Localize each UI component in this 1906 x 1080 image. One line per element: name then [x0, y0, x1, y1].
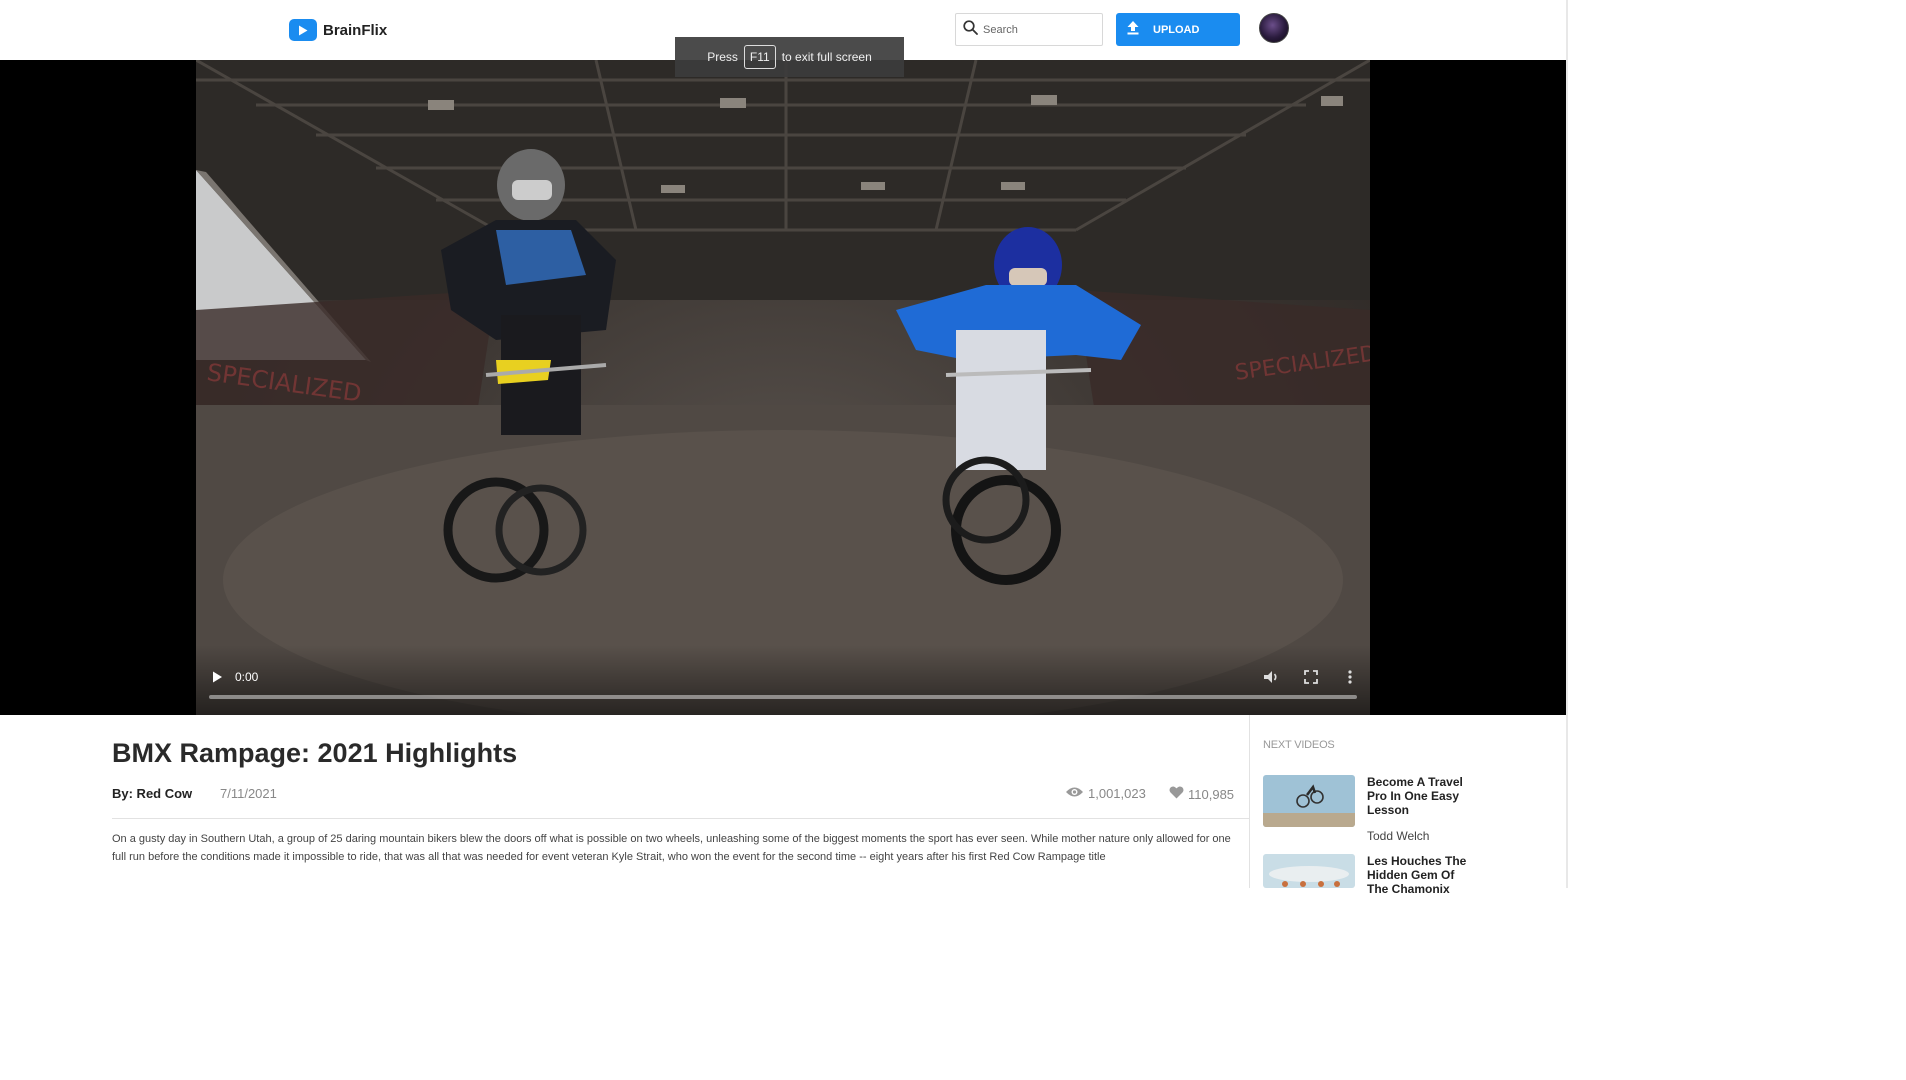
- next-videos-heading: NEXT VIDEOS: [1263, 739, 1335, 751]
- toast-suffix: to exit full screen: [781, 50, 872, 64]
- play-icon[interactable]: [210, 670, 224, 684]
- brand-logo[interactable]: BrainFlix: [289, 19, 387, 41]
- fullscreen-exit-toast: Press F11 to exit full screen: [675, 37, 904, 77]
- page-scrollbar[interactable]: [1566, 0, 1568, 888]
- video-player[interactable]: SPECIALIZED SPECIALIZED 0:00: [196, 60, 1370, 715]
- toast-prefix: Press: [707, 50, 738, 64]
- details-divider: [112, 818, 1249, 819]
- upload-icon: [1127, 21, 1139, 38]
- next-video-author: Todd Welch: [1367, 829, 1430, 843]
- upload-label: UPLOAD: [1153, 23, 1200, 36]
- heart-icon[interactable]: [1169, 786, 1184, 802]
- video-controls: 0:00: [196, 645, 1370, 715]
- video-title: BMX Rampage: 2021 Highlights: [112, 738, 518, 768]
- views-stat: 1,001,023: [1065, 786, 1146, 801]
- video-thumbnail[interactable]: [1263, 854, 1355, 888]
- video-frame-illustration: SPECIALIZED SPECIALIZED: [196, 60, 1370, 715]
- volume-icon[interactable]: [1262, 668, 1280, 686]
- next-video-title[interactable]: Les Houches The Hidden Gem Of The Chamon…: [1367, 854, 1477, 896]
- video-author[interactable]: By: Red Cow: [112, 786, 192, 801]
- likes-stat[interactable]: 110,985: [1169, 786, 1234, 802]
- user-avatar[interactable]: [1259, 13, 1289, 43]
- eye-icon: [1065, 786, 1084, 801]
- brand-name: BrainFlix: [323, 21, 388, 39]
- video-thumbnail[interactable]: [1263, 775, 1355, 827]
- views-count: 1,001,023: [1088, 786, 1146, 801]
- likes-count: 110,985: [1188, 786, 1235, 802]
- video-date: 7/11/2021: [220, 786, 277, 801]
- video-progress-bar[interactable]: [209, 695, 1357, 699]
- more-options-icon[interactable]: [1341, 668, 1359, 686]
- next-video-title[interactable]: Become A Travel Pro In One Easy Lesson: [1367, 775, 1477, 817]
- video-description: On a gusty day in Southern Utah, a group…: [112, 833, 1231, 863]
- play-logo-icon: [289, 19, 317, 41]
- fullscreen-icon[interactable]: [1302, 668, 1320, 686]
- search-box[interactable]: [955, 13, 1103, 46]
- sidebar-divider: [1249, 715, 1250, 888]
- search-input[interactable]: [983, 23, 1093, 36]
- upload-button[interactable]: UPLOAD: [1116, 13, 1240, 46]
- current-time: 0:00: [235, 670, 259, 684]
- toast-key: F11: [743, 45, 776, 69]
- search-icon: [963, 19, 978, 40]
